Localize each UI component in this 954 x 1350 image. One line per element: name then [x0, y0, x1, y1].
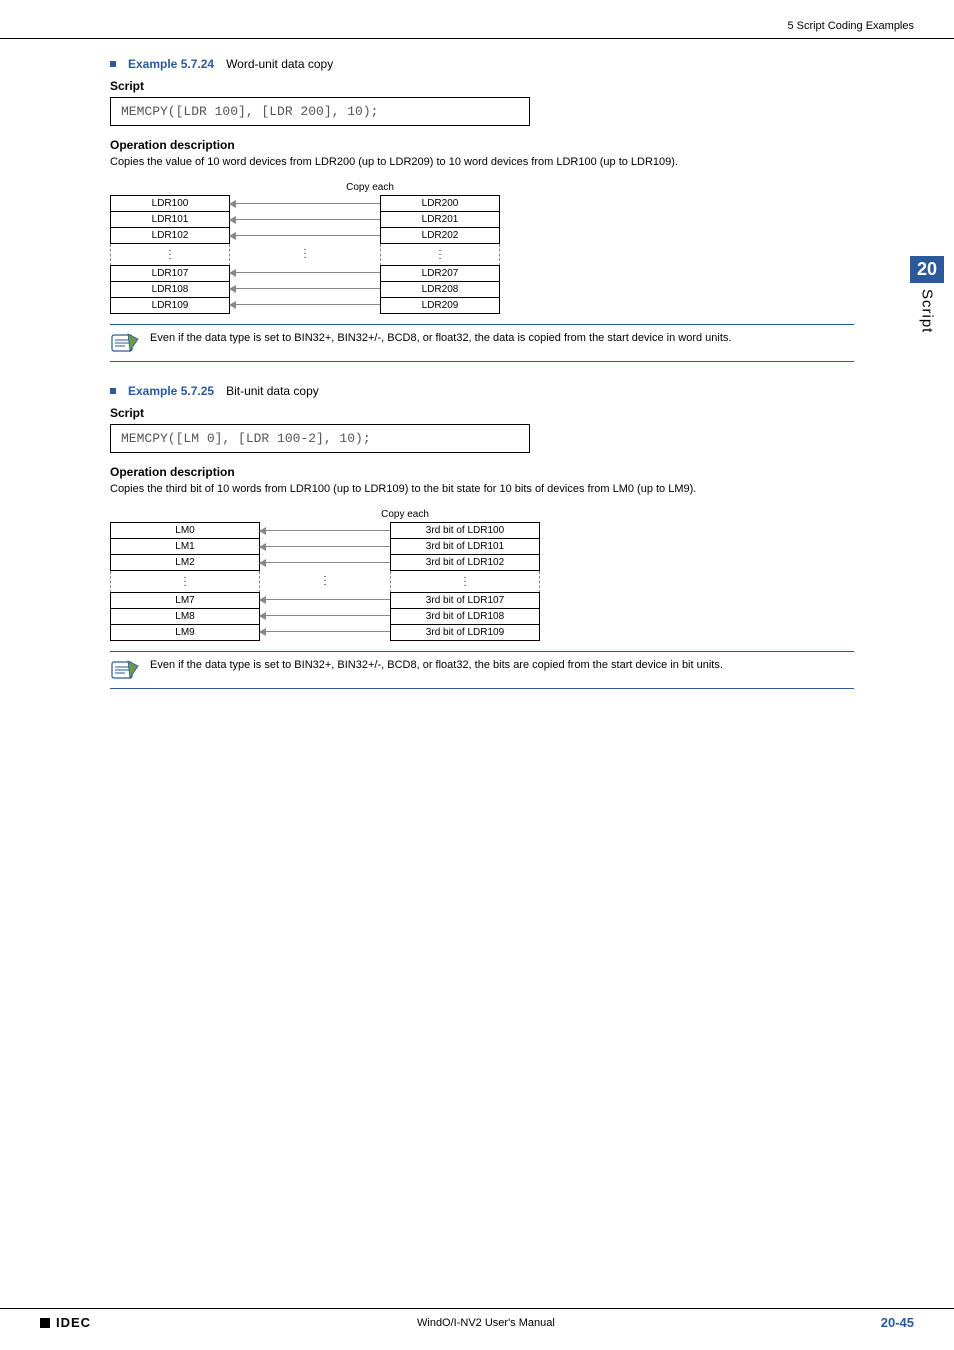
diagram-cell: LDR208 [380, 281, 500, 298]
diagram-ellipsis: ··· [230, 243, 380, 265]
diagram-cell: 3rd bit of LDR108 [390, 608, 540, 625]
diagram-cell: LM1 [110, 538, 260, 555]
diagram-cell: LDR202 [380, 227, 500, 244]
page-header: 5 Script Coding Examples [0, 0, 954, 39]
bullet-icon [110, 388, 116, 394]
diagram-cell: 3rd bit of LDR100 [390, 522, 540, 539]
diagram-cell: 3rd bit of LDR102 [390, 554, 540, 571]
arrow-left-icon [230, 219, 380, 220]
script-label: Script [110, 406, 854, 420]
code-box: MEMCPY([LDR 100], [LDR 200], 10); [110, 97, 530, 126]
left-column: LDR100 LDR101 LDR102 ··· LDR107 LDR108 L… [110, 195, 230, 314]
code-box: MEMCPY([LM 0], [LDR 100-2], 10); [110, 424, 530, 453]
diagram-cell: 3rd bit of LDR109 [390, 624, 540, 641]
arrow-left-icon [260, 562, 390, 563]
diagram-cell: LDR108 [110, 281, 230, 298]
operation-description: Copies the third bit of 10 words from LD… [110, 483, 854, 495]
diagram-ellipsis: ··· [390, 571, 540, 593]
example-heading: Example 5.7.24 Word-unit data copy [110, 57, 854, 71]
diagram-cell: LDR100 [110, 195, 230, 212]
copy-each-label: Copy each [340, 509, 470, 520]
arrow-left-icon [230, 288, 380, 289]
diagram-cell: 3rd bit of LDR107 [390, 592, 540, 609]
diagram-bit-copy: Copy each LM0 LM1 LM2 ··· LM7 LM8 LM9 ··… [110, 509, 550, 641]
note-icon [110, 658, 140, 682]
arrow-left-icon [260, 546, 390, 547]
brand-text: IDEC [56, 1315, 91, 1330]
note-box: Even if the data type is set to BIN32+, … [110, 324, 854, 362]
diagram-ellipsis: ··· [260, 570, 390, 592]
right-column: LDR200 LDR201 LDR202 ··· LDR207 LDR208 L… [380, 195, 500, 314]
diagram-ellipsis: ··· [110, 244, 230, 266]
header-right: 5 Script Coding Examples [787, 20, 914, 32]
diagram-cell: LDR201 [380, 211, 500, 228]
right-column: 3rd bit of LDR100 3rd bit of LDR101 3rd … [390, 522, 540, 641]
diagram-ellipsis: ··· [110, 571, 260, 593]
arrow-left-icon [260, 599, 390, 600]
chapter-number: 20 [910, 256, 944, 283]
arrow-column: ··· [260, 522, 390, 641]
example-title: Word-unit data copy [226, 57, 333, 71]
bullet-icon [110, 61, 116, 67]
arrow-left-icon [260, 530, 390, 531]
chapter-label: Script [919, 289, 936, 333]
left-column: LM0 LM1 LM2 ··· LM7 LM8 LM9 [110, 522, 260, 641]
note-text: Even if the data type is set to BIN32+, … [150, 658, 723, 673]
footer-center: WindO/I-NV2 User's Manual [417, 1317, 555, 1329]
note-text: Even if the data type is set to BIN32+, … [150, 331, 731, 346]
note-box: Even if the data type is set to BIN32+, … [110, 651, 854, 689]
arrow-left-icon [230, 304, 380, 305]
diagram-cell: LM7 [110, 592, 260, 609]
arrow-left-icon [230, 203, 380, 204]
copy-each-label: Copy each [295, 182, 445, 193]
operation-description: Copies the value of 10 word devices from… [110, 156, 854, 168]
arrow-left-icon [260, 615, 390, 616]
diagram-cell: LM9 [110, 624, 260, 641]
diagram-cell: LDR209 [380, 297, 500, 314]
diagram-cell: LDR107 [110, 265, 230, 282]
diagram-cell: LM2 [110, 554, 260, 571]
operation-label: Operation description [110, 465, 854, 479]
diagram-cell: LDR207 [380, 265, 500, 282]
example-heading: Example 5.7.25 Bit-unit data copy [110, 384, 854, 398]
diagram-cell: LM8 [110, 608, 260, 625]
operation-label: Operation description [110, 138, 854, 152]
diagram-ellipsis: ··· [380, 244, 500, 266]
page-footer: IDEC WindO/I-NV2 User's Manual 20-45 [0, 1308, 954, 1330]
script-label: Script [110, 79, 854, 93]
example-number: Example 5.7.25 [128, 384, 214, 398]
page-number: 20-45 [881, 1315, 914, 1330]
diagram-cell: LDR200 [380, 195, 500, 212]
arrow-left-icon [230, 272, 380, 273]
diagram-cell: 3rd bit of LDR101 [390, 538, 540, 555]
diagram-cell: LM0 [110, 522, 260, 539]
arrow-left-icon [260, 631, 390, 632]
brand-logo: IDEC [40, 1315, 91, 1330]
note-icon [110, 331, 140, 355]
arrow-left-icon [230, 235, 380, 236]
side-tab: 20 Script [910, 256, 944, 333]
arrow-column: ··· [230, 195, 380, 314]
diagram-cell: LDR109 [110, 297, 230, 314]
example-number: Example 5.7.24 [128, 57, 214, 71]
diagram-cell: LDR101 [110, 211, 230, 228]
example-title: Bit-unit data copy [226, 384, 319, 398]
diagram-cell: LDR102 [110, 227, 230, 244]
diagram-word-copy: Copy each LDR100 LDR101 LDR102 ··· LDR10… [110, 182, 510, 314]
brand-square-icon [40, 1318, 50, 1328]
